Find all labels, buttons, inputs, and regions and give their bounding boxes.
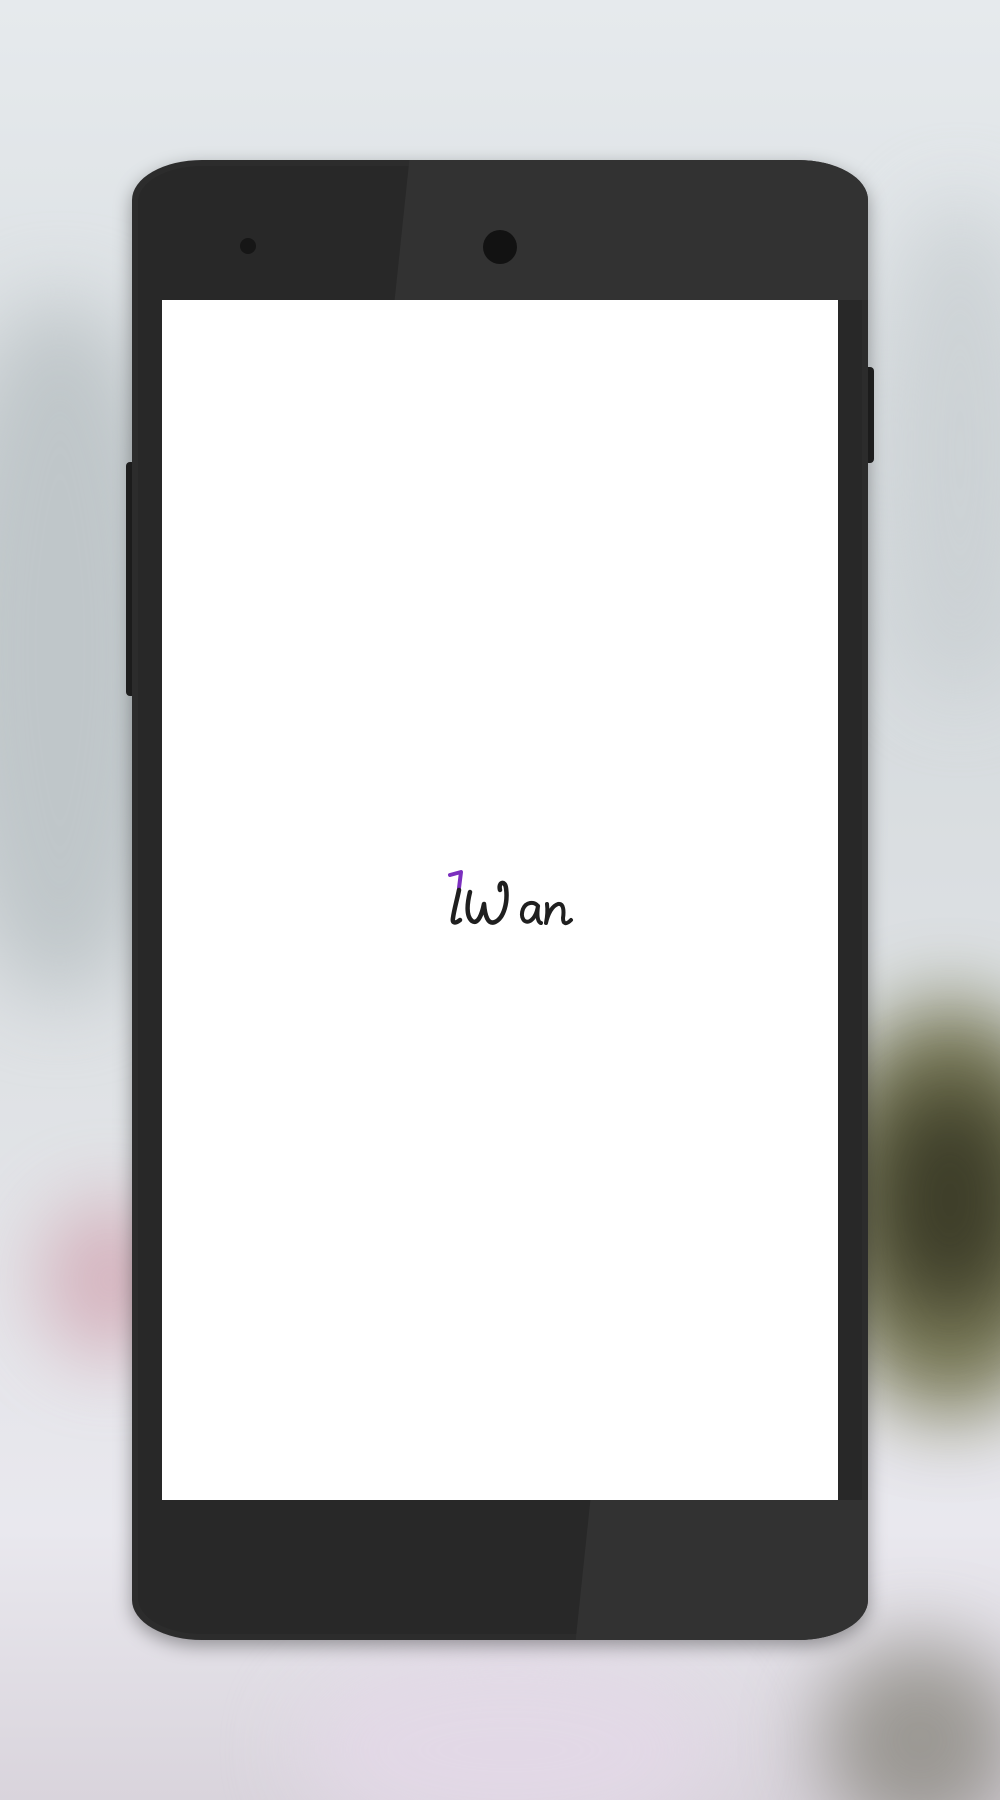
logo-letter-n [544,901,573,926]
app-logo: iWan [448,870,573,926]
background-blur-shape [880,200,1000,700]
app-screen[interactable]: iWan [162,300,838,1500]
logo-letter-i [450,887,463,925]
phone-highlight [394,160,868,300]
logo-letter-w [465,880,509,925]
front-sensor [240,238,256,254]
background-blur-shape [300,1650,720,1800]
logo-accent-mark [448,870,463,890]
background-blur-shape [820,1640,1000,1800]
front-camera [483,230,517,264]
phone-highlight [573,1500,868,1640]
phone-frame: iWan [132,160,868,1640]
logo-letter-a [519,900,543,925]
